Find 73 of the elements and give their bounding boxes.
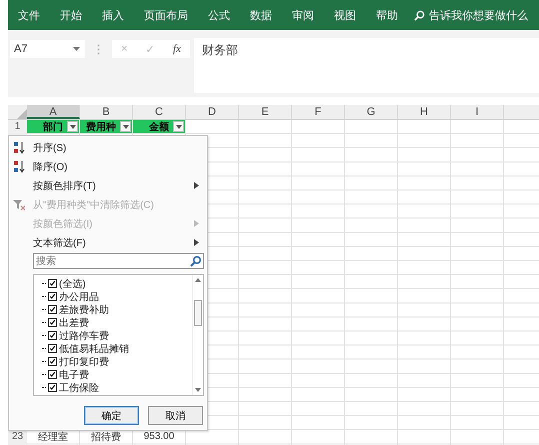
cancel-button[interactable]: 取消 bbox=[148, 406, 203, 425]
value-item[interactable]: 办公用品 bbox=[59, 290, 99, 304]
checkbox[interactable] bbox=[48, 305, 57, 314]
sort-ascending-icon bbox=[12, 142, 26, 154]
ribbon-tab[interactable]: 审阅 bbox=[282, 8, 324, 22]
menu-item[interactable]: 升序(S) bbox=[9, 138, 207, 157]
ribbon-tab[interactable]: 视图 bbox=[324, 8, 366, 22]
checkbox[interactable] bbox=[48, 279, 57, 288]
search-field[interactable]: 搜索 bbox=[33, 253, 204, 269]
column-header[interactable]: I bbox=[451, 105, 504, 119]
checkbox[interactable] bbox=[48, 357, 57, 366]
row-header[interactable]: 23 bbox=[8, 430, 27, 444]
filter-button[interactable] bbox=[67, 121, 78, 132]
value-item[interactable]: 低值易耗品摊销 bbox=[59, 342, 129, 356]
column-header[interactable]: A bbox=[27, 105, 80, 119]
menu-item[interactable]: 降序(O) bbox=[9, 157, 207, 176]
insert-function-button[interactable]: fx bbox=[172, 43, 181, 55]
search-icon bbox=[190, 255, 202, 267]
dropdown-arrow-icon bbox=[70, 124, 76, 129]
checkbox[interactable] bbox=[48, 370, 57, 379]
filter-button[interactable] bbox=[173, 121, 184, 132]
menu-item[interactable]: 按颜色排序(T) bbox=[9, 176, 207, 195]
name-box[interactable]: A7 bbox=[10, 40, 85, 58]
column-header[interactable]: H bbox=[398, 105, 451, 119]
table-cell: 953.00 bbox=[144, 431, 174, 442]
column-header[interactable]: G bbox=[345, 105, 398, 119]
value-item[interactable]: 过路停车费 bbox=[59, 328, 109, 342]
search-icon bbox=[414, 10, 425, 20]
cell-reference: A7 bbox=[14, 43, 28, 55]
dropdown-arrow-icon bbox=[176, 124, 182, 129]
column-header[interactable]: C bbox=[133, 105, 186, 119]
header-cell-text: 部门 bbox=[43, 120, 63, 134]
filter-button[interactable] bbox=[120, 121, 131, 132]
column-header[interactable]: B bbox=[80, 105, 133, 119]
value-item[interactable]: 打印复印费 bbox=[59, 354, 109, 368]
scrollbar-thumb[interactable] bbox=[194, 300, 202, 326]
header-cell-text: 费用种 bbox=[86, 120, 116, 134]
sort-descending-icon bbox=[12, 160, 26, 172]
ribbon-tab[interactable]: 开始 bbox=[50, 8, 92, 22]
scrollbar[interactable] bbox=[192, 275, 203, 395]
column-header[interactable]: D bbox=[186, 105, 239, 119]
tell-me-search[interactable]: 告诉我你想要做什么 bbox=[429, 8, 528, 22]
dropdown-icon bbox=[73, 46, 80, 52]
ribbon-tab[interactable]: 文件 bbox=[8, 8, 50, 22]
checkbox[interactable] bbox=[48, 318, 57, 327]
column-header[interactable]: E bbox=[239, 105, 292, 119]
grip-icon bbox=[97, 44, 100, 55]
clear-filter-icon bbox=[13, 198, 25, 210]
ribbon-tab[interactable]: 页面布局 bbox=[134, 8, 198, 22]
ribbon-tab[interactable]: 公式 bbox=[198, 8, 240, 22]
value-item[interactable]: 差旅费补助 bbox=[59, 302, 109, 316]
value-item[interactable]: 出差费 bbox=[59, 316, 89, 330]
ribbon-tab[interactable]: 插入 bbox=[92, 8, 134, 22]
checkbox[interactable] bbox=[48, 383, 57, 392]
row-header[interactable]: 1 bbox=[8, 120, 27, 134]
ribbon-tab[interactable]: 数据 bbox=[240, 8, 282, 22]
dropdown-arrow-icon bbox=[122, 124, 128, 129]
table-cell-text: 招待费 bbox=[91, 430, 121, 444]
table-cell-text: 经理室 bbox=[38, 430, 68, 444]
formula-field[interactable]: 财务部 bbox=[194, 38, 539, 93]
checkbox[interactable] bbox=[48, 331, 57, 340]
value-item[interactable]: (全选) bbox=[59, 276, 86, 290]
header-cell-text: 金额 bbox=[149, 120, 169, 134]
value-item[interactable]: 电子费 bbox=[59, 368, 89, 382]
menu-item[interactable]: 文本筛选(F) bbox=[9, 233, 207, 252]
ribbon-tab[interactable]: 帮助 bbox=[366, 8, 408, 22]
checkbox[interactable] bbox=[48, 344, 57, 353]
scroll-down-icon[interactable] bbox=[195, 388, 201, 392]
scroll-up-icon[interactable] bbox=[195, 278, 201, 282]
ok-button[interactable]: 确定 bbox=[84, 406, 139, 425]
column-header[interactable]: F bbox=[292, 105, 345, 119]
value-item[interactable]: 工伤保险 bbox=[59, 380, 99, 394]
checkbox[interactable] bbox=[48, 292, 57, 301]
